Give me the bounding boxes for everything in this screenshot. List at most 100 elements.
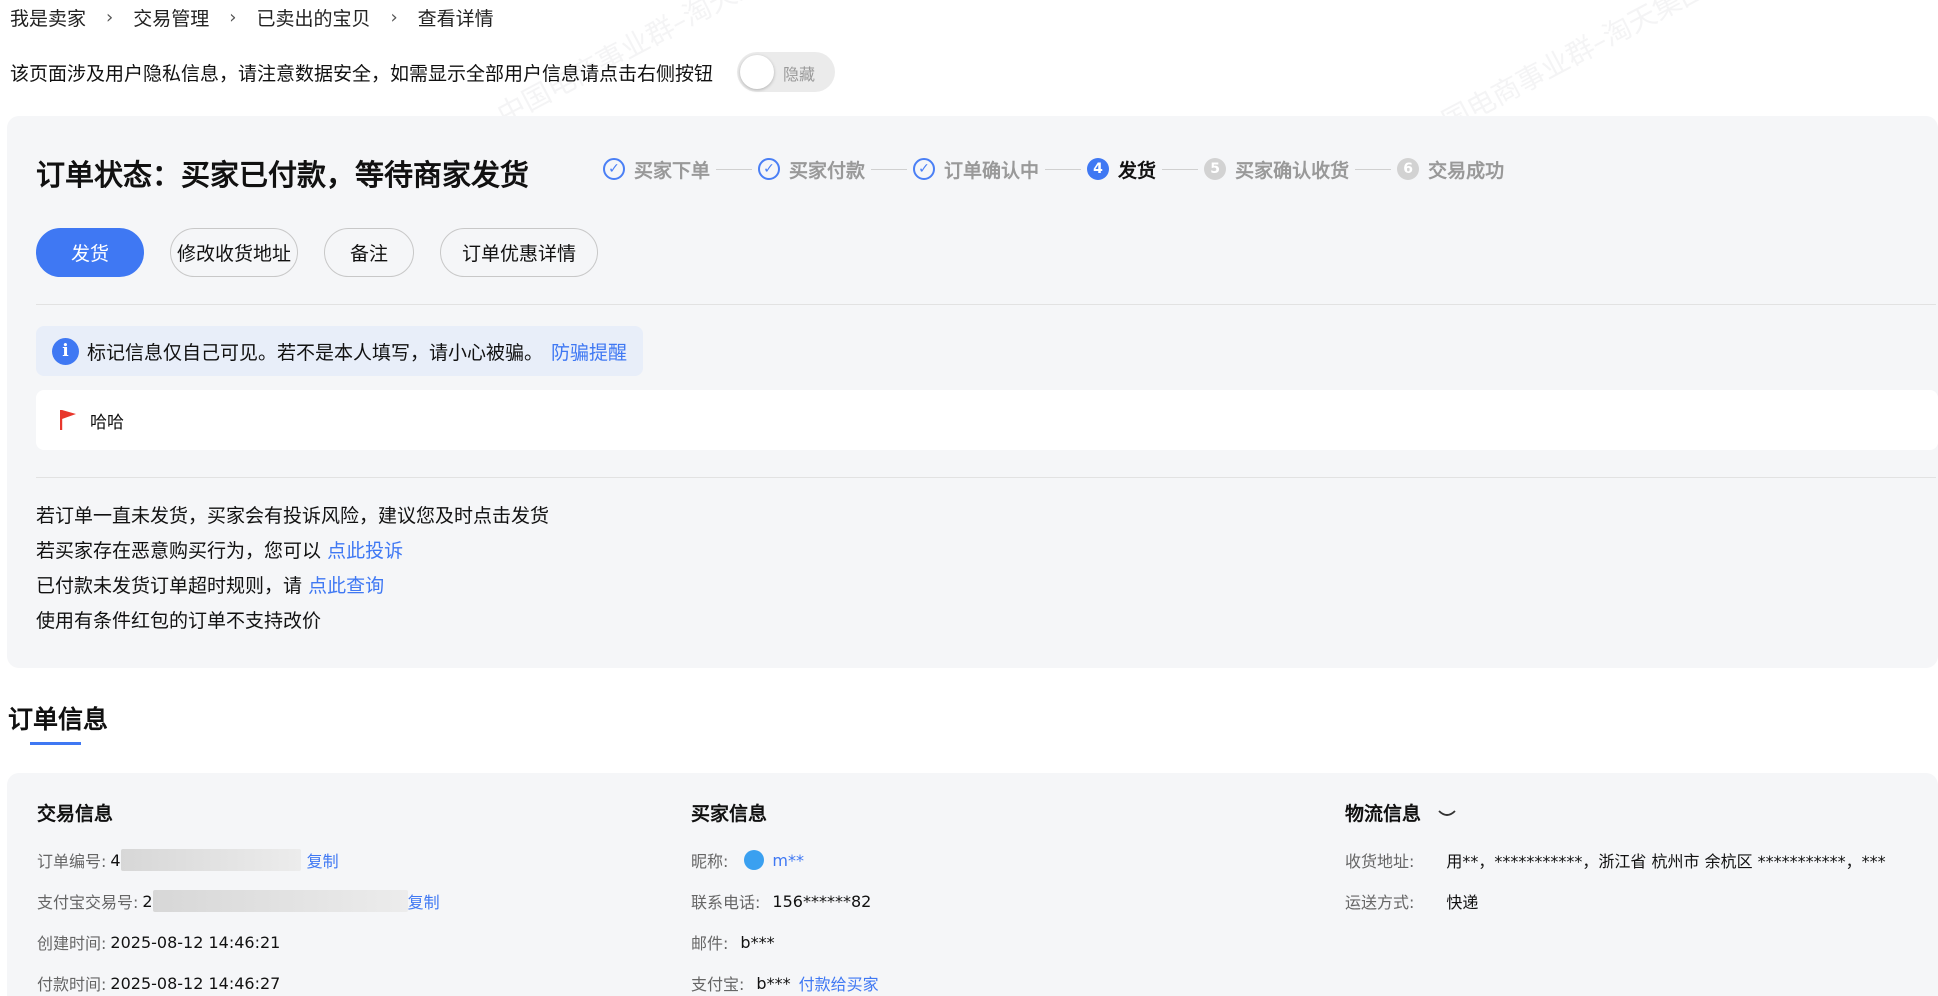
alipay-value: b*** — [756, 973, 791, 993]
seller-flag-note[interactable]: 哈哈 — [36, 390, 1938, 450]
notice-text: 标记信息仅自己可见。若不是本人填写，请小心被骗。 — [87, 341, 544, 364]
breadcrumb-separator-icon: › — [229, 6, 237, 28]
tip-text: 已付款未发货订单超时规则，请 — [36, 575, 303, 597]
order-number-label: 订单编号: — [37, 852, 107, 871]
phone-row: 联系电话: 156******82 — [691, 890, 872, 913]
email-label: 邮件: — [691, 934, 729, 953]
tab-underline — [30, 742, 81, 745]
trade-info-heading: 交易信息 — [37, 803, 114, 825]
tip-line: 已付款未发货订单超时规则，请 点此查询 — [36, 569, 549, 604]
divider — [36, 304, 1936, 305]
logistics-info-heading: 物流信息 — [1345, 799, 1458, 826]
divider — [36, 477, 1936, 478]
discount-detail-button[interactable]: 订单优惠详情 — [440, 228, 598, 277]
flag-note-text: 哈哈 — [90, 412, 124, 433]
step-connector — [1355, 168, 1392, 170]
step-connector — [1162, 168, 1199, 170]
step-number-badge: 5 — [1204, 158, 1227, 180]
breadcrumb-item-seller[interactable]: 我是卖家 — [10, 4, 86, 31]
shipping-address-label: 收货地址: — [1345, 852, 1415, 871]
shipping-method-row: 运送方式: 快递 — [1345, 890, 1478, 912]
buyer-nickname[interactable]: m** — [772, 851, 804, 870]
paid-time-label: 付款时间: — [37, 975, 107, 994]
order-number-row: 订单编号: 4 复制 — [37, 849, 339, 871]
complaint-link[interactable]: 点此投诉 — [327, 540, 403, 562]
paid-time-row: 付款时间: 2025-08-12 14:46:27 — [37, 972, 281, 995]
order-info-panel: 交易信息 订单编号: 4 复制 支付宝交易号: 2 复制 创建时间: 2025-… — [7, 773, 1938, 996]
step-connector — [716, 168, 753, 170]
created-time-value: 2025-08-12 14:46:21 — [110, 932, 281, 952]
step-buyer-order: ✓ 买家下单 — [603, 156, 710, 183]
breadcrumb-item-trade-management[interactable]: 交易管理 — [133, 4, 209, 31]
masked-value — [120, 849, 301, 871]
buyer-chat-icon[interactable] — [744, 850, 765, 870]
check-circle-icon: ✓ — [913, 158, 936, 180]
email-row: 邮件: b*** — [691, 931, 775, 954]
order-number-value: 4 — [110, 850, 121, 870]
chevron-down-icon[interactable] — [1436, 808, 1458, 820]
breadcrumb-separator-icon: › — [106, 6, 114, 28]
created-time-label: 创建时间: — [37, 934, 107, 953]
step-ship: 4 发货 — [1087, 156, 1156, 183]
step-label: 发货 — [1118, 159, 1157, 182]
step-connector — [1045, 168, 1082, 170]
step-buyer-confirm-receipt: 5 买家确认收货 — [1204, 156, 1349, 183]
breadcrumb-item-sold-items[interactable]: 已卖出的宝贝 — [256, 4, 370, 31]
masked-value — [152, 890, 408, 912]
tip-line: 使用有条件红包的订单不支持改价 — [36, 604, 549, 639]
step-number-badge: 4 — [1087, 158, 1110, 180]
order-info-tab[interactable]: 订单信息 — [8, 700, 108, 736]
phone-label: 联系电话: — [691, 893, 761, 912]
ship-button[interactable]: 发货 — [36, 228, 144, 277]
shipping-method-value: 快递 — [1446, 893, 1479, 912]
tip-text: 使用有条件红包的订单不支持改价 — [36, 610, 322, 632]
shipping-address-value: 用**，***********，浙江省 杭州市 余杭区 ***********，… — [1446, 852, 1886, 871]
edit-address-button[interactable]: 修改收货地址 — [170, 228, 298, 277]
pay-buyer-link[interactable]: 付款给买家 — [799, 971, 879, 995]
check-circle-icon: ✓ — [603, 158, 625, 180]
timeout-rule-link[interactable]: 点此查询 — [308, 575, 384, 597]
step-label: 买家确认收货 — [1235, 159, 1350, 182]
info-icon: i — [52, 337, 79, 365]
step-order-confirm: ✓ 订单确认中 — [913, 156, 1039, 183]
tip-line: 若订单一直未发货，买家会有投诉风险，建议您及时点击发货 — [36, 499, 549, 534]
order-actions: 发货 修改收货地址 备注 订单优惠详情 — [36, 228, 624, 277]
alipay-trade-number-value: 2 — [142, 891, 153, 911]
logistics-heading-text: 物流信息 — [1345, 803, 1422, 825]
paid-time-value: 2025-08-12 14:46:27 — [110, 973, 281, 993]
breadcrumb-item-view-details: 查看详情 — [417, 7, 494, 30]
step-connector — [871, 168, 908, 170]
toggle-knob — [740, 55, 775, 89]
privacy-bar: 该页面涉及用户隐私信息，请注意数据安全，如需显示全部用户信息请点击右侧按钮 隐藏 — [10, 52, 836, 92]
copy-alipay-number-button[interactable]: 复制 — [408, 889, 440, 913]
breadcrumb-separator-icon: › — [390, 6, 398, 28]
order-progress-steps: ✓ 买家下单 ✓ 买家付款 ✓ 订单确认中 4 发货 5 买家确认收货 6 交易… — [603, 154, 1504, 184]
privacy-notice: 该页面涉及用户隐私信息，请注意数据安全，如需显示全部用户信息请点击右侧按钮 — [10, 62, 714, 85]
alipay-trade-number-label: 支付宝交易号: — [37, 893, 139, 912]
note-button[interactable]: 备注 — [324, 228, 414, 277]
shipping-address-row: 收货地址: 用**，***********，浙江省 杭州市 余杭区 ******… — [1345, 849, 1886, 871]
shipping-tips: 若订单一直未发货，买家会有投诉风险，建议您及时点击发货 若买家存在恶意购买行为，… — [36, 499, 549, 639]
alipay-label: 支付宝: — [691, 975, 745, 994]
alipay-trade-number-row: 支付宝交易号: 2 复制 — [37, 890, 440, 912]
copy-order-number-button[interactable]: 复制 — [307, 848, 339, 872]
created-time-row: 创建时间: 2025-08-12 14:46:21 — [37, 931, 281, 954]
order-status-title: 订单状态：买家已付款，等待商家发货 — [36, 158, 530, 192]
step-label: 买家下单 — [634, 159, 711, 182]
red-flag-icon — [60, 410, 76, 430]
privacy-toggle[interactable]: 隐藏 — [737, 52, 836, 92]
nickname-row: 昵称: m** — [691, 849, 804, 871]
step-buyer-pay: ✓ 买家付款 — [758, 156, 865, 183]
step-number-badge: 6 — [1397, 158, 1420, 180]
step-trade-success: 6 交易成功 — [1397, 156, 1504, 183]
tip-text: 若买家存在恶意购买行为，您可以 — [36, 540, 322, 562]
step-label: 买家付款 — [789, 159, 866, 182]
anti-fraud-notice: i 标记信息仅自己可见。若不是本人填写，请小心被骗。 防骗提醒 — [36, 326, 643, 376]
step-label: 订单确认中 — [944, 159, 1040, 182]
alipay-row: 支付宝: b*** 付款给买家 — [691, 971, 879, 995]
phone-value: 156******82 — [772, 891, 872, 911]
order-status-panel: 订单状态：买家已付款，等待商家发货 ✓ 买家下单 ✓ 买家付款 ✓ 订单确认中 … — [7, 116, 1938, 668]
step-label: 交易成功 — [1428, 159, 1505, 182]
anti-fraud-link[interactable]: 防骗提醒 — [551, 338, 627, 365]
tip-text: 若订单一直未发货，买家会有投诉风险，建议您及时点击发货 — [36, 505, 550, 527]
